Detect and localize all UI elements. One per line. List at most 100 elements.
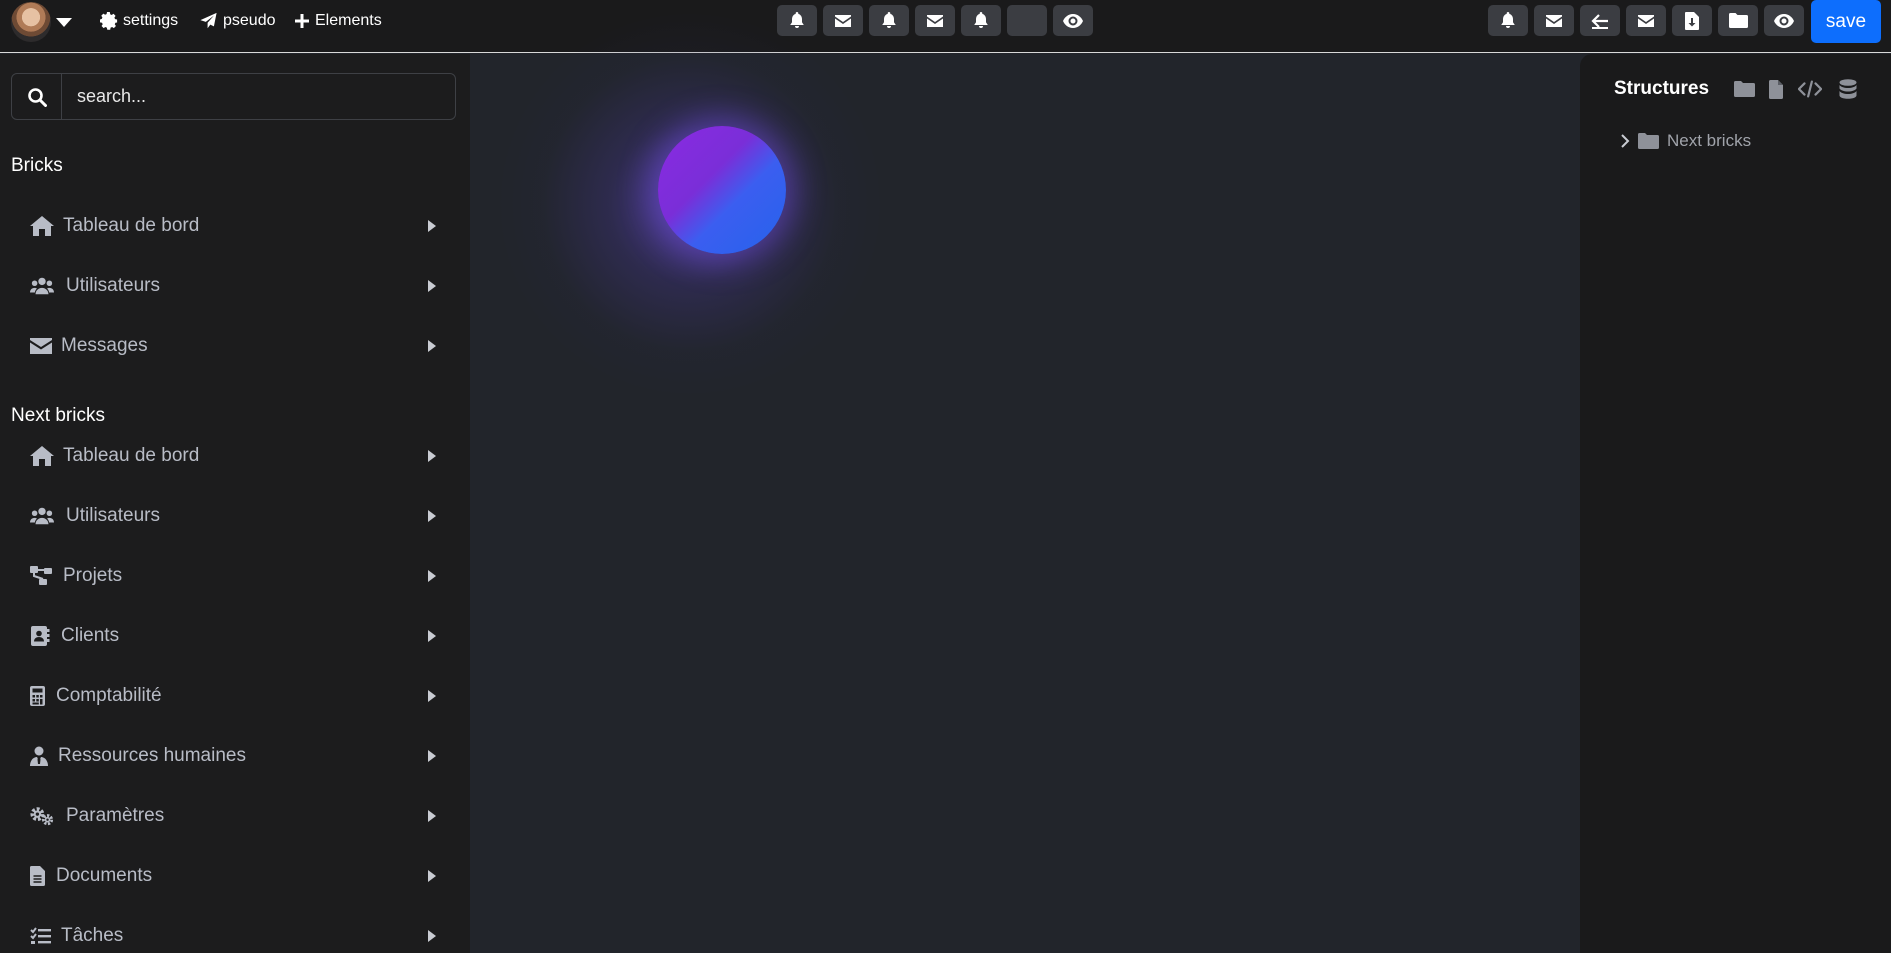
right-envelope-button-1[interactable] (1534, 5, 1574, 36)
right-back-button[interactable] (1580, 5, 1620, 36)
center-envelope-button-1[interactable] (823, 5, 863, 36)
caret-right-icon (428, 340, 436, 352)
caret-right-icon (428, 930, 436, 942)
search-box (11, 73, 456, 120)
caret-right-icon (428, 750, 436, 762)
builder-canvas[interactable] (470, 14, 1580, 953)
sidebar-item-comptabilite[interactable]: Comptabilité (0, 676, 450, 716)
center-bell-button-1[interactable] (777, 5, 817, 36)
section-title-next-bricks: Next bricks (11, 405, 105, 426)
sidebar-item-projets[interactable]: Projets (0, 556, 450, 596)
file-icon (30, 866, 54, 886)
home-icon (30, 446, 54, 466)
caret-right-icon (428, 630, 436, 642)
eye-icon (1774, 13, 1794, 28)
code-icon[interactable] (1798, 78, 1822, 100)
section-title-bricks: Bricks (11, 155, 63, 176)
pseudo-link-label: pseudo (223, 12, 276, 29)
center-eye-button[interactable] (1053, 5, 1093, 36)
center-blank-button[interactable] (1007, 5, 1047, 36)
elements-link-label: Elements (315, 12, 382, 29)
right-folder-button[interactable] (1718, 5, 1758, 36)
database-icon[interactable] (1836, 78, 1860, 100)
sidebar-item-label: Tâches (61, 925, 124, 946)
sidebar-item-label: Tableau de bord (63, 215, 200, 236)
cogs-icon (30, 806, 54, 826)
gear-icon (100, 12, 118, 30)
settings-link[interactable]: settings (100, 8, 178, 34)
tasks-icon (30, 926, 54, 946)
structures-panel: Structures Next bricks (1580, 54, 1891, 953)
sidebar-item-label: Projets (63, 565, 123, 586)
caret-right-icon (428, 220, 436, 232)
center-bell-button-3[interactable] (961, 5, 1001, 36)
elements-link[interactable]: Elements (294, 8, 382, 34)
address-book-icon (30, 626, 54, 646)
right-envelope-button-2[interactable] (1626, 5, 1666, 36)
envelope-icon (1638, 14, 1654, 27)
sidebar-item-label: Ressources humaines (58, 745, 246, 766)
caret-right-icon (428, 810, 436, 822)
sidebar-item-messages[interactable]: Messages (0, 326, 450, 366)
sidebar-item-documents[interactable]: Documents (0, 856, 450, 896)
gradient-orb (658, 126, 786, 254)
folder-icon (1728, 13, 1748, 28)
save-button[interactable]: save (1811, 0, 1881, 43)
plus-icon (295, 14, 309, 28)
user-tie-icon (30, 746, 54, 766)
folder-icon (1638, 133, 1659, 149)
caret-right-icon (428, 570, 436, 582)
structures-title: Structures (1614, 78, 1710, 99)
right-eye-button[interactable] (1764, 5, 1804, 36)
bell-icon (790, 12, 804, 28)
caret-right-icon (428, 450, 436, 462)
sidebar-item-utilisateurs[interactable]: Utilisateurs (0, 496, 450, 536)
tree-item-label: Next bricks (1667, 131, 1752, 150)
right-file-download-button[interactable] (1672, 5, 1712, 36)
sidebar-item-label: Tableau de bord (63, 445, 200, 466)
file-icon[interactable] (1764, 78, 1788, 100)
paper-plane-icon (200, 12, 217, 29)
sidebar-item-label: Paramètres (66, 805, 165, 826)
search-input[interactable] (62, 74, 455, 119)
pseudo-link[interactable]: pseudo (199, 8, 276, 34)
search-icon (27, 87, 47, 107)
envelope-icon (30, 336, 54, 356)
sidebar-item-label: Documents (56, 865, 153, 886)
sitemap-icon (30, 566, 54, 586)
sidebar-item-label: Comptabilité (56, 685, 162, 706)
sidebar-item-label: Utilisateurs (66, 275, 160, 296)
sidebar-item-tableau-de-bord[interactable]: Tableau de bord (0, 206, 450, 246)
sidebar-item-ressources-humaines[interactable]: Ressources humaines (0, 736, 450, 776)
sidebar-item-parametres[interactable]: Paramètres (0, 796, 450, 836)
sidebar-item-label: Messages (61, 335, 148, 356)
calculator-icon (30, 686, 54, 706)
caret-right-icon (428, 280, 436, 292)
center-envelope-button-2[interactable] (915, 5, 955, 36)
caret-down-icon[interactable] (55, 15, 73, 29)
eye-icon (1063, 13, 1083, 28)
envelope-icon (835, 14, 851, 27)
home-icon (30, 216, 54, 236)
sidebar-item-taches[interactable]: Tâches (0, 916, 450, 953)
settings-link-label: settings (123, 12, 179, 29)
chevron-right-icon[interactable] (1620, 133, 1630, 149)
search-button[interactable] (12, 74, 62, 119)
folder-icon[interactable] (1732, 78, 1756, 100)
sidebar-item-utilisateurs[interactable]: Utilisateurs (0, 266, 450, 306)
sidebar-item-label: Clients (61, 625, 120, 646)
file-download-icon (1685, 11, 1699, 30)
tree-item-next-bricks[interactable]: Next bricks (1620, 128, 1751, 154)
users-icon (30, 276, 54, 296)
sidebar-item-clients[interactable]: Clients (0, 616, 450, 656)
bell-icon (882, 12, 896, 28)
avatar[interactable] (11, 2, 51, 42)
center-bell-button-2[interactable] (869, 5, 909, 36)
sidebar-item-label: Utilisateurs (66, 505, 160, 526)
users-icon (30, 506, 54, 526)
caret-right-icon (428, 870, 436, 882)
sidebar-item-tableau-de-bord[interactable]: Tableau de bord (0, 436, 450, 476)
right-bell-button[interactable] (1488, 5, 1528, 36)
sidebar: Bricks Tableau de bord Utilisateurs Mess… (0, 54, 470, 953)
envelope-icon (927, 14, 943, 27)
